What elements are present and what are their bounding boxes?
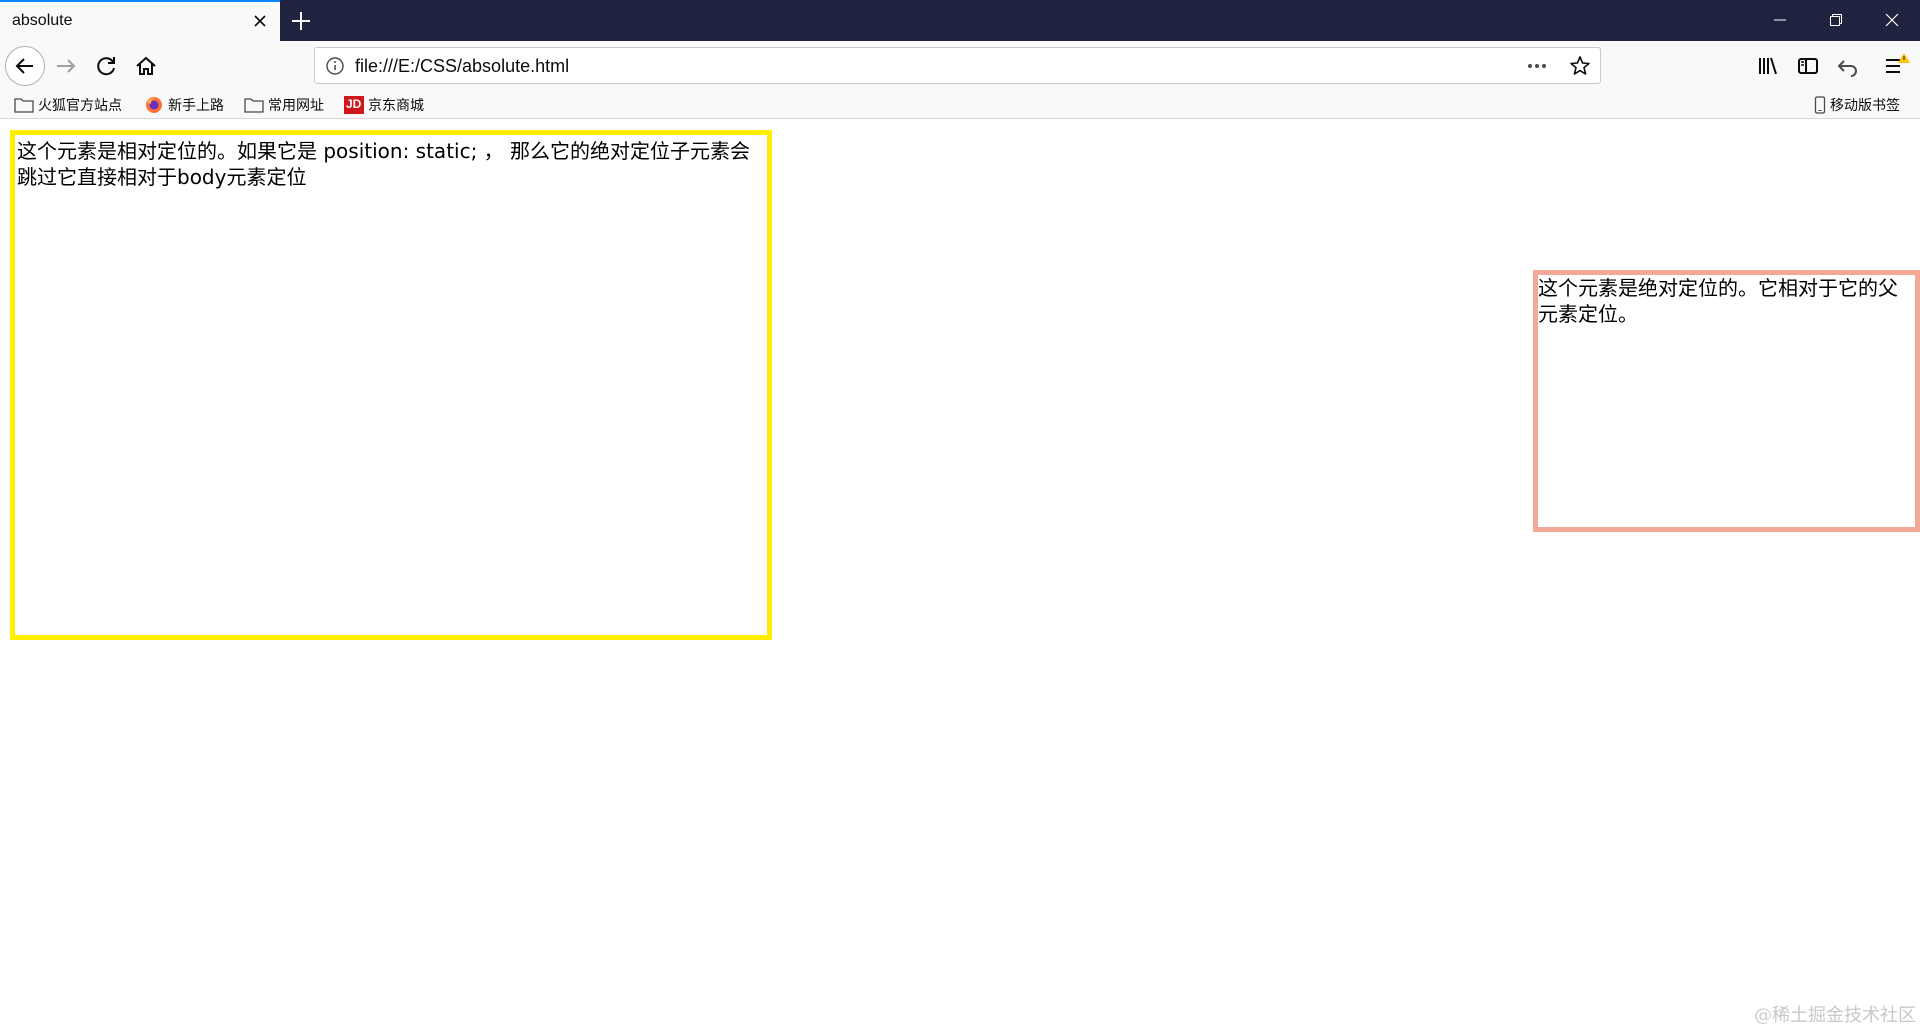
back-button[interactable] xyxy=(5,46,45,86)
sidebar-icon[interactable] xyxy=(1792,50,1824,82)
relative-box-text: 这个元素是相对定位的。如果它是 position: static; ， 那么它的… xyxy=(17,139,751,189)
tab-strip: absolute xyxy=(0,0,1920,41)
phone-icon xyxy=(1814,96,1826,114)
forward-icon[interactable] xyxy=(50,50,82,82)
tab-absolute[interactable]: absolute xyxy=(0,0,280,41)
bookmark-item[interactable]: JD 京东商城 xyxy=(344,94,424,116)
menu-icon[interactable] xyxy=(1880,50,1912,82)
close-tab-icon[interactable] xyxy=(250,11,270,31)
site-info-icon[interactable] xyxy=(325,56,345,80)
new-tab-icon[interactable] xyxy=(288,8,314,34)
bookmark-star-icon[interactable] xyxy=(1568,54,1592,82)
home-icon[interactable] xyxy=(130,50,162,82)
firefox-icon xyxy=(144,96,164,114)
minimize-icon xyxy=(1774,19,1786,21)
watermark: @稀土掘金技术社区 xyxy=(1754,1005,1916,1026)
absolute-box-text: 这个元素是绝对定位的。它相对于它的父元素定位。 xyxy=(1538,276,1898,326)
folder-icon xyxy=(244,96,264,114)
library-icon[interactable] xyxy=(1752,50,1784,82)
minimize-button[interactable] xyxy=(1752,0,1808,41)
bookmark-item[interactable]: 新手上路 xyxy=(144,94,224,116)
bookmark-label: 常用网址 xyxy=(268,98,324,114)
bookmark-label: 新手上路 xyxy=(168,98,224,114)
restore-button[interactable] xyxy=(1808,0,1864,41)
url-bar[interactable]: file:///E:/CSS/absolute.html xyxy=(314,47,1601,84)
close-window-button[interactable] xyxy=(1864,0,1920,41)
mobile-bookmarks-label: 移动版书签 xyxy=(1830,98,1900,114)
absolute-positioned-box: 这个元素是绝对定位的。它相对于它的父元素定位。 xyxy=(1533,270,1920,532)
bookmark-label: 京东商城 xyxy=(368,98,424,114)
page-actions-icon[interactable] xyxy=(1526,56,1548,80)
tab-title: absolute xyxy=(12,12,73,29)
jd-badge-text: JD xyxy=(346,97,362,111)
back-arrow-icon xyxy=(15,58,33,74)
bookmark-item[interactable]: 火狐官方站点 xyxy=(14,94,122,116)
undo-icon[interactable] xyxy=(1832,50,1864,82)
close-window-icon xyxy=(1885,13,1899,27)
bookmark-item[interactable]: 常用网址 xyxy=(244,94,324,116)
jd-icon: JD xyxy=(344,96,364,114)
reload-icon[interactable] xyxy=(90,50,122,82)
url-text[interactable]: file:///E:/CSS/absolute.html xyxy=(355,56,569,77)
page-content: 这个元素是相对定位的。如果它是 position: static; ， 那么它的… xyxy=(0,119,1920,1030)
restore-icon xyxy=(1830,14,1842,26)
bookmark-label: 火狐官方站点 xyxy=(38,98,122,114)
bookmarks-toolbar: 火狐官方站点 新手上路 常用网址 JD 京东商城 移动版书签 xyxy=(0,91,1920,119)
folder-icon xyxy=(14,96,34,114)
mobile-bookmarks[interactable]: 移动版书签 xyxy=(1814,94,1900,116)
relative-positioned-box: 这个元素是相对定位的。如果它是 position: static; ， 那么它的… xyxy=(10,130,772,640)
navigation-toolbar: file:///E:/CSS/absolute.html xyxy=(0,41,1920,91)
